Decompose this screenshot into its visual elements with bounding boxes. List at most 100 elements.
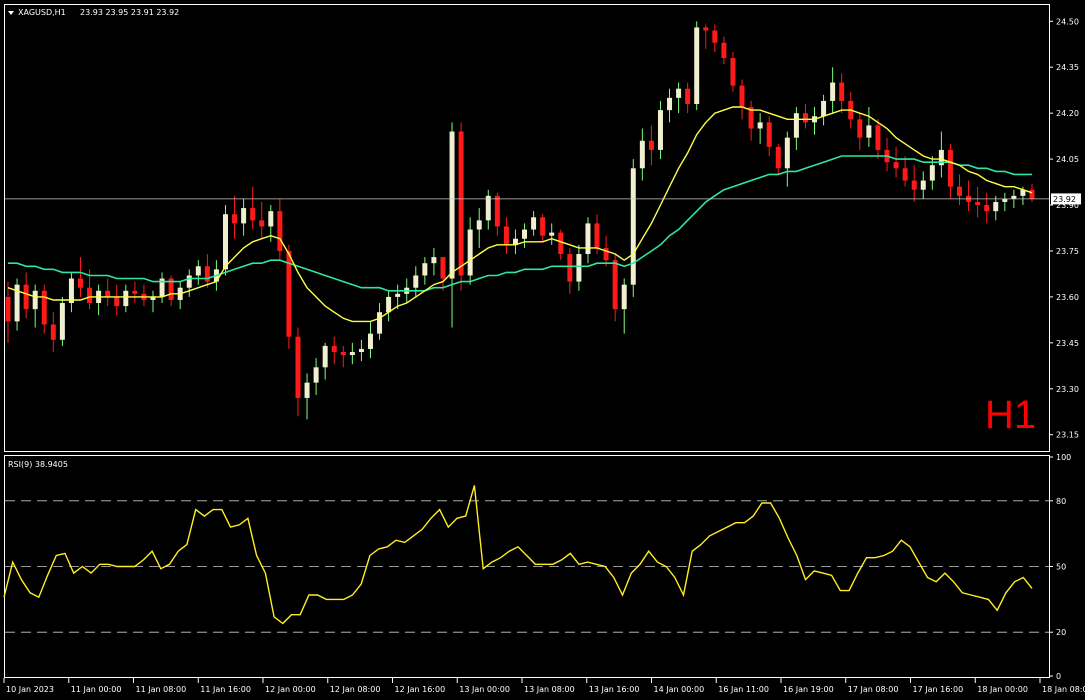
candle-body [721,42,727,59]
candle-body [984,205,990,212]
candle-body [739,85,745,108]
time-tick-label: 17 Jan 08:00 [848,685,899,694]
candle [694,21,700,111]
rsi-tick-label: 20 [1056,628,1066,637]
time-tick-label: 16 Jan 11:00 [718,685,769,694]
time-tick-label: 11 Jan 00:00 [71,685,122,694]
candle-body [866,125,872,138]
candle-body [5,296,11,322]
time-tick-label: 13 Jan 08:00 [524,685,575,694]
candle-body [757,122,763,129]
price-tick-label: 24.05 [1056,155,1079,164]
candle-body [250,208,256,221]
candle-body [821,100,827,117]
candle-body [667,97,673,111]
candle-body [386,296,392,313]
candle-body [340,352,346,356]
candle-body [875,125,881,150]
candle-body [322,345,328,368]
candle-body [41,290,47,325]
rsi-label: RSI(9) 38.9405 [8,460,68,469]
candle-body [784,137,790,169]
candle [630,159,636,297]
time-tick-label: 12 Jan 08:00 [330,685,381,694]
time-tick-label: 17 Jan 16:00 [913,685,964,694]
candle-body [259,220,265,227]
candle-body [676,88,682,98]
candle-body [621,284,627,310]
candle-body [522,229,528,239]
time-tick-label: 16 Jan 19:00 [783,685,834,694]
candle-body [105,290,111,297]
candle-body [993,201,999,212]
candle-body [449,131,455,279]
candle-body [268,211,274,227]
time-tick-label: 11 Jan 08:00 [136,685,187,694]
candle-body [802,113,808,123]
candle-body [594,223,600,248]
time-tick-label: 11 Jan 16:00 [200,685,251,694]
candle-body [531,217,537,230]
candle-body [549,232,555,236]
candle-body [1002,198,1008,202]
candle-body [694,27,700,104]
time-tick-label: 14 Jan 00:00 [654,685,705,694]
candle-body [349,352,355,356]
candle-body [839,82,845,101]
candle-body [957,186,962,196]
candle [286,244,292,349]
candle-body [567,254,573,282]
symbol-label: XAGUSD,H1 [18,8,66,17]
ohlc-readout: 23.93 23.95 23.91 23.92 [80,8,179,17]
candle-body [830,82,836,101]
candle-body [114,296,120,307]
candle-body [295,336,301,398]
candle-body [23,284,29,310]
candle-body [395,293,401,297]
candle-body [440,257,446,279]
candle-body [503,226,509,245]
candle-body [857,119,863,138]
timeframe-label: H1 [985,393,1036,437]
candle-body [685,88,691,104]
price-tick-label: 23.15 [1056,431,1079,440]
candle-body [467,229,473,276]
candle-body [975,201,981,206]
candle-body [195,266,201,276]
candle-body [277,211,283,251]
candle-body [703,27,709,31]
time-tick-label: 12 Jan 16:00 [395,685,446,694]
candle-body [920,180,926,190]
candle-body [911,180,917,190]
rsi-tick-label: 0 [1056,672,1061,681]
price-tick-label: 23.60 [1056,293,1079,302]
candle-body [494,195,500,227]
candle-body [1029,189,1035,199]
candle-body [657,110,663,150]
candle-body [377,312,383,334]
candle-body [712,30,718,43]
candle-body [50,324,56,340]
candle-body [186,275,192,288]
candle-body [331,345,337,353]
time-tick-label: 10 Jan 2023 [6,685,54,694]
price-tick-label: 24.35 [1056,63,1079,72]
rsi-tick-label: 80 [1056,497,1066,506]
price-tick-label: 23.30 [1056,385,1079,394]
candle-body [730,58,736,86]
candle-body [1011,195,1017,199]
candle-body [793,113,799,138]
candle-body [87,287,93,304]
candle-body [78,278,83,288]
candle-body [540,217,546,236]
candle-body [241,208,247,224]
candle-body [422,263,428,276]
time-tick-label: 18 Jan 00:00 [977,685,1028,694]
rsi-tick-label: 50 [1056,563,1066,572]
time-tick-label: 13 Jan 00:00 [459,685,510,694]
candle-body [576,254,582,282]
candle-body [612,260,618,310]
candle-body [893,162,899,169]
candle-body [431,257,437,264]
candle-body [304,382,310,398]
